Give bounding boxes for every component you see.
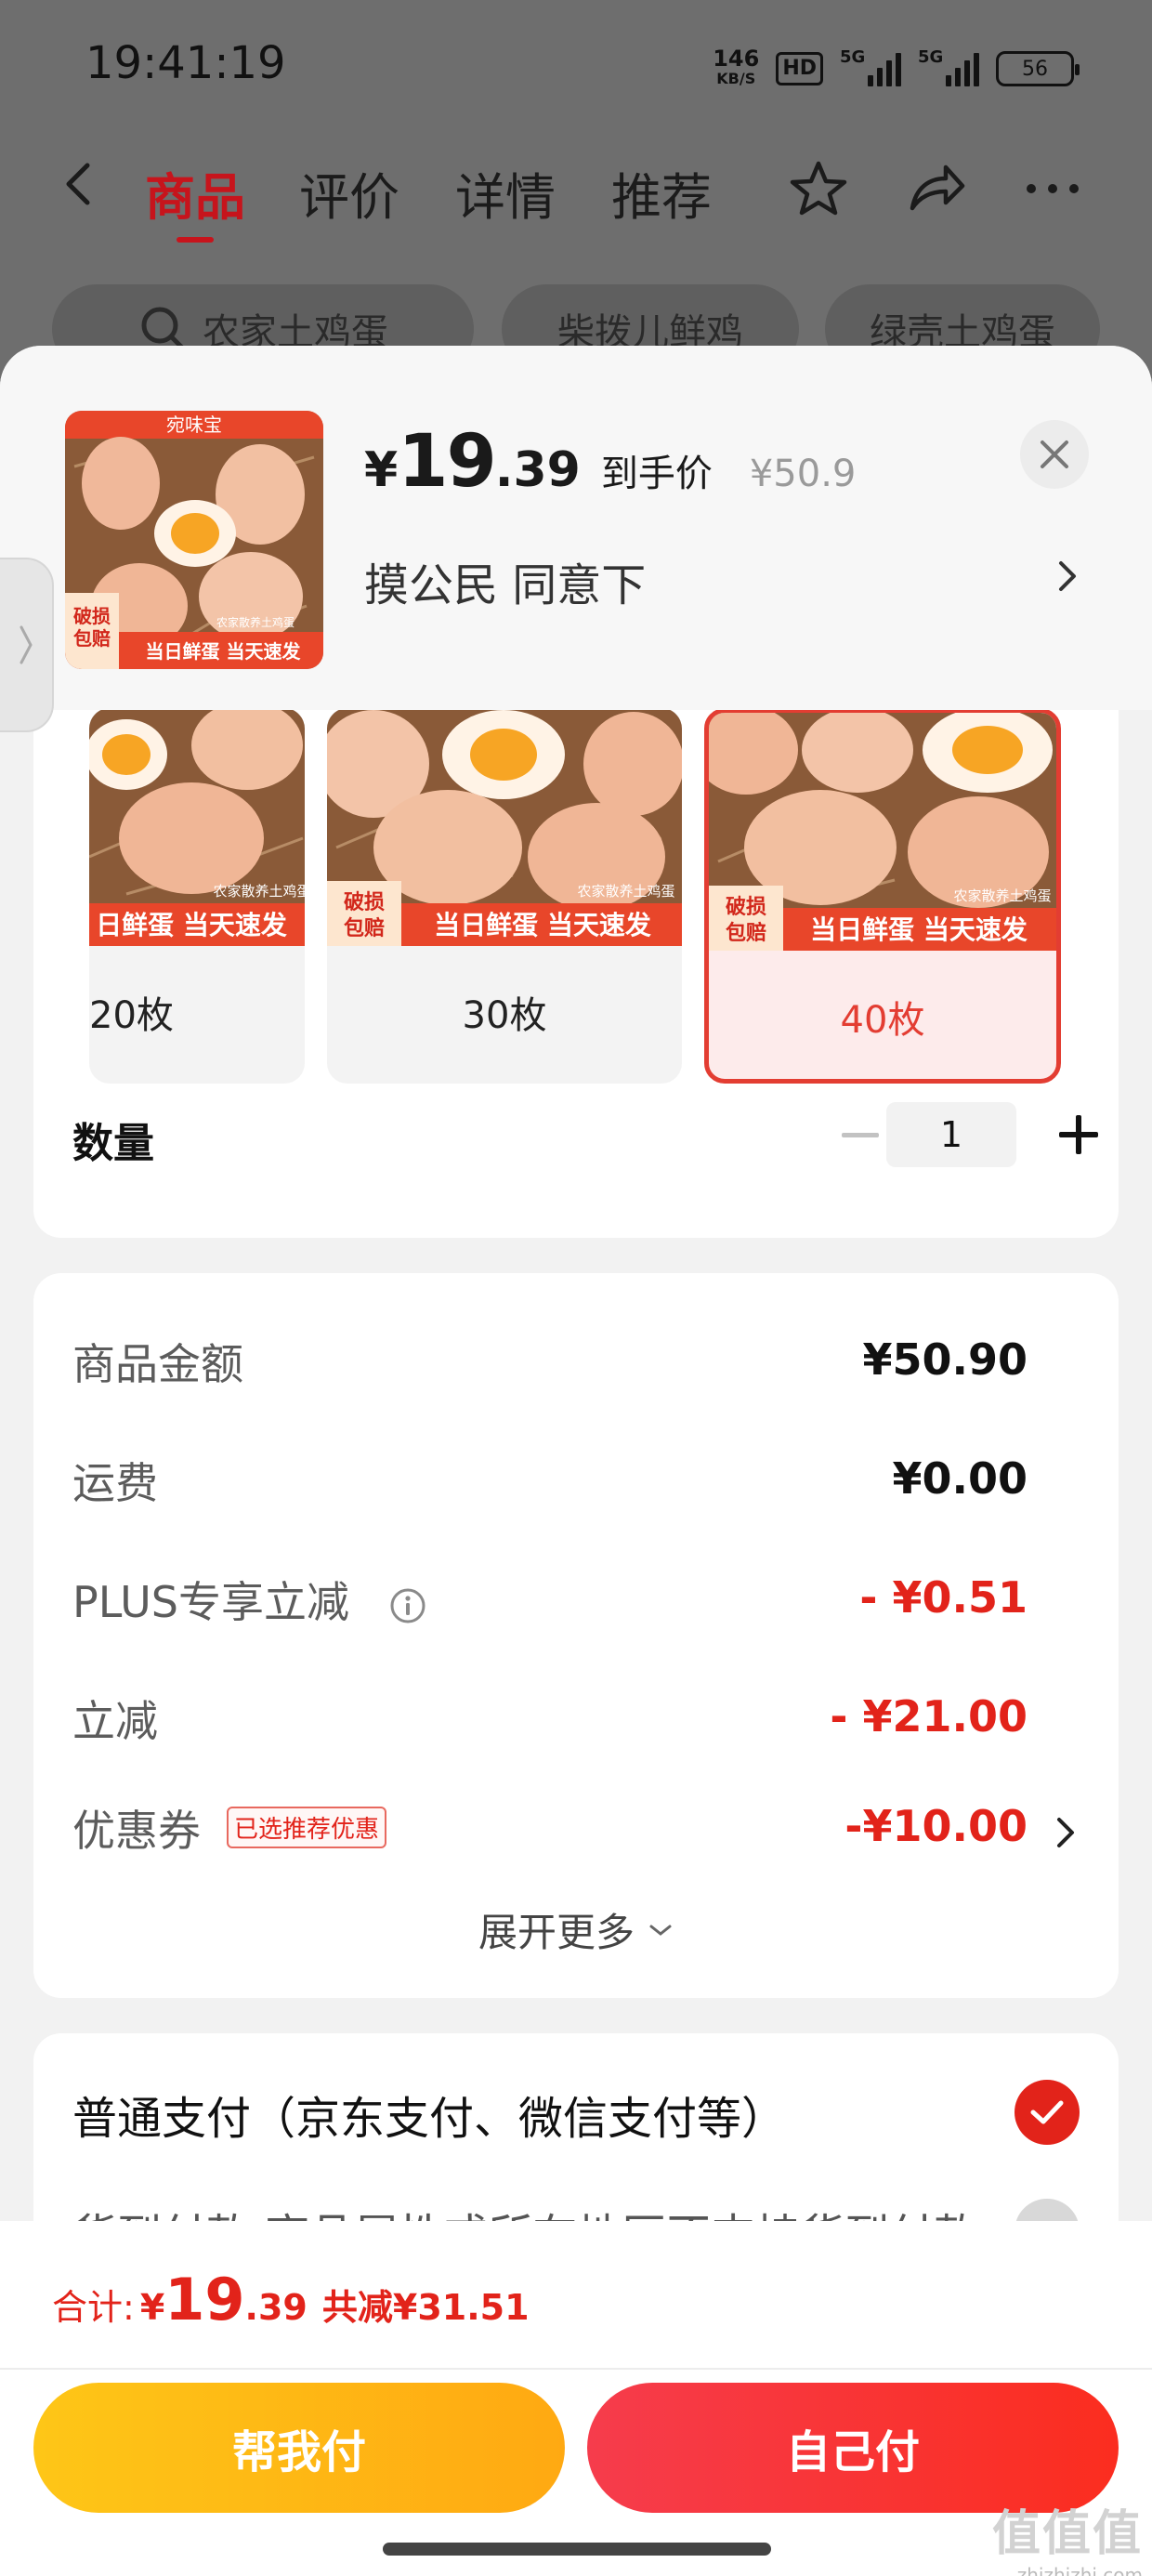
variant-option-20[interactable]: 农家散养土鸡蛋 日鲜蛋 当天速发 20枚 <box>89 708 305 1084</box>
tab-details[interactable]: 详情 <box>455 156 556 230</box>
chevron-down-icon <box>649 1925 672 1936</box>
coupon-value[interactable]: -¥10.00 <box>844 1801 1028 1851</box>
svg-text:包赔: 包赔 <box>344 916 385 940</box>
status-bar: 19:41:19 146 KB/S HD 5G 5G 56 <box>0 0 1152 139</box>
tab-product[interactable]: 商品 <box>145 156 245 230</box>
variant-label: 20枚 <box>89 994 174 1037</box>
signal-icon-1: 5G <box>840 47 901 86</box>
coupon-badge: 已选推荐优惠 <box>227 1807 387 1848</box>
variant-label: 40枚 <box>840 999 925 1042</box>
original-price: ¥50.9 <box>749 453 857 495</box>
tab-reviews[interactable]: 评价 <box>299 156 399 230</box>
more-icon[interactable] <box>1022 158 1083 219</box>
instant-discount-value: - ¥21.00 <box>830 1691 1028 1741</box>
hd-voice-icon: HD <box>776 52 823 85</box>
payment-selected-check[interactable] <box>1015 2080 1080 2145</box>
payment-option-standard[interactable]: 普通支付（京东支付、微信支付等） <box>72 2082 786 2147</box>
quantity-decrease-button[interactable] <box>832 1108 888 1163</box>
variant-option-40[interactable]: 破损 包赔 农家散养土鸡蛋 当日鲜蛋 当天速发 40枚 <box>704 708 1061 1084</box>
svg-text:农家散养土鸡蛋: 农家散养土鸡蛋 <box>213 883 305 900</box>
site-watermark: 值值值 zhizhizhi.com <box>991 2506 1143 2576</box>
share-icon[interactable] <box>905 158 966 219</box>
total-saving: 共减¥31.51 <box>321 2287 530 2328</box>
price-decimal: .39 <box>494 442 581 498</box>
svg-text:当日鲜蛋 当天速发: 当日鲜蛋 当天速发 <box>810 914 1028 945</box>
side-drawer-handle[interactable] <box>0 558 54 732</box>
minus-icon <box>842 1133 879 1137</box>
quantity-label: 数量 <box>72 1120 154 1167</box>
svg-text:破损: 破损 <box>73 605 111 627</box>
battery-icon: 56 <box>996 51 1080 86</box>
svg-text:农家散养土鸡蛋: 农家散养土鸡蛋 <box>953 887 1051 904</box>
expand-more-button[interactable]: 展开更多 <box>33 1901 1119 1958</box>
chevron-right-icon[interactable] <box>1054 1812 1078 1853</box>
variant-image: 农家散养土鸡蛋 日鲜蛋 当天速发 <box>89 708 305 946</box>
back-arrow-icon[interactable] <box>56 160 104 208</box>
plus-discount-value: - ¥0.51 <box>859 1572 1028 1623</box>
thumb-brand: 宛味宝 <box>166 414 222 436</box>
delivery-address[interactable]: 摸公民 同意下 <box>364 548 646 613</box>
chevron-right-icon <box>20 625 33 664</box>
price-currency: ¥ <box>364 442 399 498</box>
total-currency: ¥ <box>139 2287 165 2328</box>
status-time: 19:41:19 <box>85 37 286 89</box>
plus-icon <box>1059 1115 1098 1154</box>
check-icon <box>1030 2100 1064 2124</box>
total-integer: 19 <box>164 2266 245 2333</box>
quantity-increase-button[interactable] <box>1046 1102 1111 1167</box>
svg-text:日鲜蛋 当天速发: 日鲜蛋 当天速发 <box>96 910 287 940</box>
svg-text:当日鲜蛋 当天速发: 当日鲜蛋 当天速发 <box>146 640 302 663</box>
shipping-label: 运费 <box>72 1458 158 1508</box>
tab-recommend[interactable]: 推荐 <box>611 156 712 230</box>
shipping-value: ¥0.00 <box>892 1453 1028 1504</box>
price-breakdown-card: 商品金额 ¥50.90 运费 ¥0.00 PLUS专享立减 - ¥0.51 立减… <box>33 1273 1119 1998</box>
total-decimal: .39 <box>244 2287 308 2328</box>
instant-discount-label: 立减 <box>72 1696 158 1746</box>
product-thumbnail: 宛味宝 破损 包赔 当日鲜蛋 当天速发 农家散养土鸡蛋 <box>65 411 323 669</box>
close-button[interactable] <box>1020 420 1089 489</box>
variant-card: 农家散养土鸡蛋 日鲜蛋 当天速发 20枚 破损 包赔 农家散养土鸡蛋 当日鲜蛋 … <box>33 652 1119 1238</box>
close-icon <box>1041 440 1068 468</box>
variant-option-30[interactable]: 破损 包赔 农家散养土鸡蛋 当日鲜蛋 当天速发 30枚 <box>327 708 682 1084</box>
status-icons: 146 KB/S HD 5G 5G 56 <box>713 45 1080 93</box>
price-line: ¥ 19 .39 到手价 ¥50.9 <box>364 420 856 504</box>
svg-text:农家散养土鸡蛋: 农家散养土鸡蛋 <box>577 883 674 900</box>
ask-friend-pay-button[interactable]: 帮我付 <box>33 2383 565 2513</box>
sheet-header: 宛味宝 破损 包赔 当日鲜蛋 当天速发 农家散养土鸡蛋 ¥ 19 .39 到手价… <box>0 346 1152 710</box>
total-line: 合计: ¥ 19 .39 共减¥31.51 <box>52 2266 530 2333</box>
product-nav-bar: 商品 评价 详情 推荐 <box>0 139 1152 242</box>
price-integer: 19 <box>398 420 497 504</box>
total-label: 合计: <box>52 2287 135 2328</box>
goods-amount-value: ¥50.90 <box>862 1334 1028 1385</box>
svg-text:当日鲜蛋 当天速发: 当日鲜蛋 当天速发 <box>434 910 651 940</box>
final-price-tag: 到手价 <box>600 453 713 495</box>
variant-image: 破损 包赔 农家散养土鸡蛋 当日鲜蛋 当天速发 <box>327 708 682 946</box>
plus-discount-label: PLUS专享立减 <box>72 1569 426 1630</box>
svg-text:包赔: 包赔 <box>73 627 111 650</box>
svg-text:农家散养土鸡蛋: 农家散养土鸡蛋 <box>216 615 295 629</box>
checkout-bar: 合计: ¥ 19 .39 共减¥31.51 帮我付 自己付 值值值 zhizhi… <box>0 2221 1152 2576</box>
coupon-label[interactable]: 优惠券 <box>72 1797 201 1859</box>
goods-amount-label: 商品金额 <box>72 1339 243 1389</box>
svg-text:破损: 破损 <box>726 895 766 919</box>
svg-text:破损: 破损 <box>344 890 385 914</box>
self-pay-button[interactable]: 自己付 <box>587 2383 1119 2513</box>
info-icon[interactable] <box>389 1587 426 1624</box>
favorite-star-icon[interactable] <box>788 158 849 219</box>
chevron-right-icon[interactable] <box>1050 548 1087 604</box>
quantity-input[interactable]: 1 <box>886 1102 1016 1167</box>
svg-text:包赔: 包赔 <box>726 921 766 945</box>
variant-label: 30枚 <box>462 994 547 1037</box>
divider <box>0 2368 1152 2370</box>
signal-icon-2: 5G <box>918 47 979 86</box>
variant-image: 破损 包赔 农家散养土鸡蛋 当日鲜蛋 当天速发 <box>709 713 1056 951</box>
home-indicator[interactable] <box>383 2543 771 2556</box>
network-speed: 146 KB/S <box>713 46 760 87</box>
